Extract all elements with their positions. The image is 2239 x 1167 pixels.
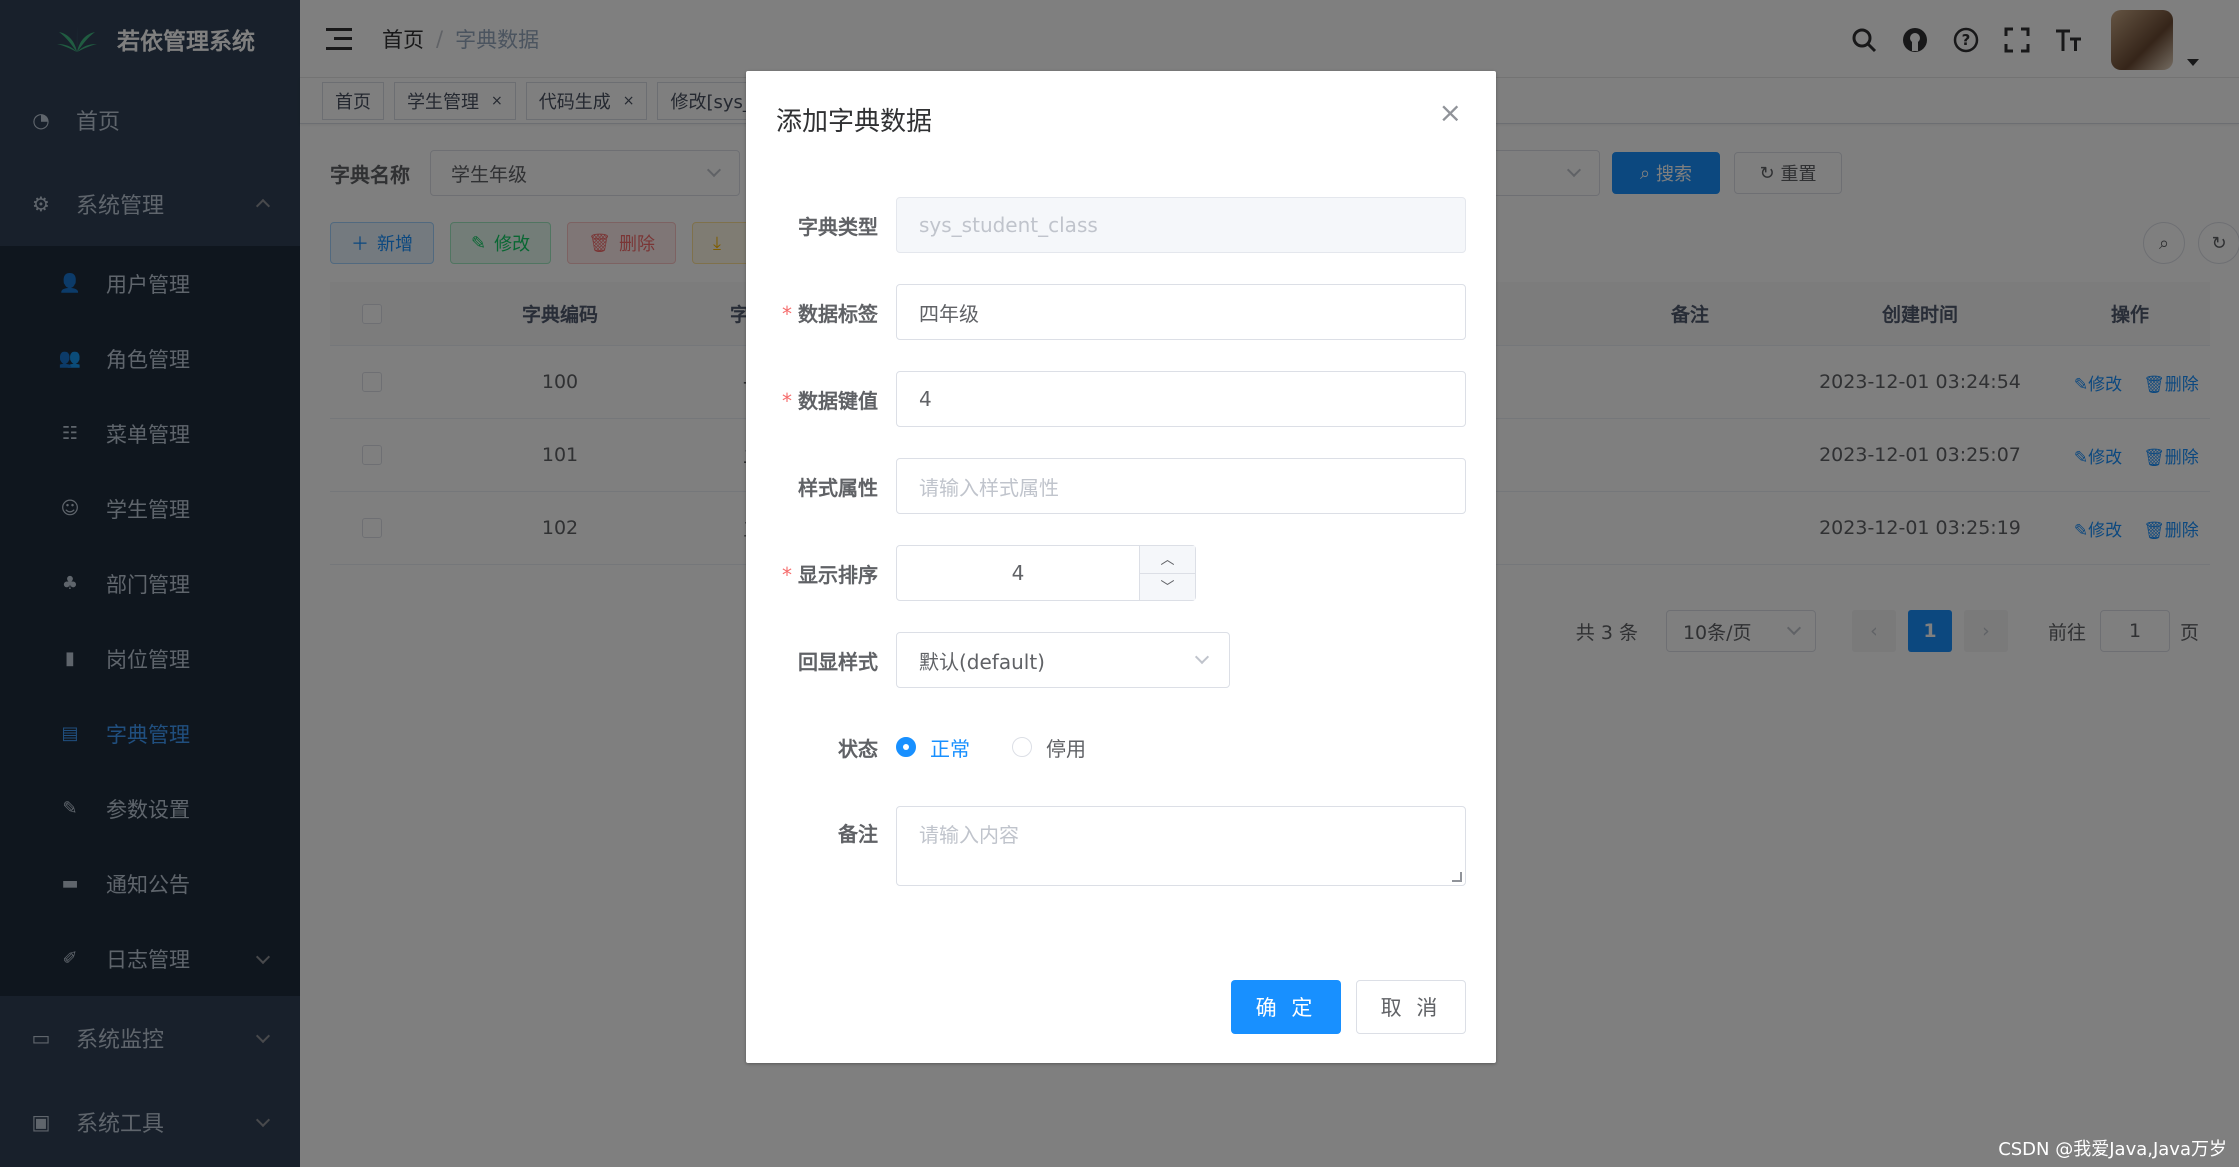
- status-disabled-label: 停用: [1046, 736, 1086, 761]
- cancel-button[interactable]: 取 消: [1356, 980, 1466, 1034]
- close-icon[interactable]: ×: [1439, 99, 1462, 127]
- status-label: 状态: [838, 736, 878, 761]
- watermark: CSDN @我爱Java,Java万岁: [1998, 1139, 2227, 1160]
- dict-type-input: sys_student_class: [896, 197, 1466, 253]
- status-normal-radio[interactable]: 正常: [896, 733, 970, 762]
- remark-placeholder: 请输入内容: [919, 823, 1019, 847]
- remark-textarea[interactable]: 请输入内容: [896, 806, 1466, 886]
- form-row-css-class: 样式属性 请输入样式属性: [746, 458, 1496, 514]
- radio-checked-icon: [896, 737, 916, 757]
- decrease-icon[interactable]: ﹀: [1140, 574, 1195, 601]
- css-class-input[interactable]: 请输入样式属性: [896, 458, 1466, 514]
- sort-label: * 显示排序: [782, 562, 878, 587]
- add-dict-data-dialog: 添加字典数据 × 字典类型 sys_student_class * 数据标签 四年…: [746, 71, 1496, 1063]
- resize-handle-icon[interactable]: [1452, 872, 1462, 882]
- form-row-remark: 备注 请输入内容: [746, 806, 1496, 888]
- chevron-down-icon: [1194, 649, 1210, 665]
- confirm-button[interactable]: 确 定: [1231, 980, 1341, 1034]
- list-class-label: 回显样式: [798, 649, 878, 674]
- form-row-dict-type: 字典类型 sys_student_class: [746, 197, 1496, 253]
- sort-stepper[interactable]: 4 ︿ ﹀: [896, 545, 1196, 601]
- css-class-label: 样式属性: [798, 475, 878, 500]
- radio-unchecked-icon: [1012, 737, 1032, 757]
- status-disabled-radio[interactable]: 停用: [1012, 733, 1086, 762]
- form-row-status: 状态 正常 停用: [746, 719, 1496, 775]
- list-class-value: 默认(default): [919, 649, 1045, 674]
- remark-label: 备注: [838, 822, 878, 846]
- increase-icon[interactable]: ︿: [1140, 546, 1195, 574]
- data-label-label: * 数据标签: [782, 301, 878, 326]
- form-row-sort: * 显示排序 4 ︿ ﹀: [746, 545, 1496, 601]
- form-row-data-label: * 数据标签 四年级: [746, 284, 1496, 340]
- css-class-placeholder: 请输入样式属性: [919, 475, 1059, 500]
- form-row-list-class: 回显样式 默认(default): [746, 632, 1496, 688]
- data-value-label: * 数据键值: [782, 388, 878, 413]
- sort-value[interactable]: 4: [897, 546, 1139, 600]
- dialog-title: 添加字典数据: [776, 107, 933, 137]
- status-normal-label: 正常: [930, 736, 970, 761]
- data-label-input[interactable]: 四年级: [896, 284, 1466, 340]
- list-class-select[interactable]: 默认(default): [896, 632, 1230, 688]
- form-row-data-value: * 数据键值 4: [746, 371, 1496, 427]
- dict-type-label: 字典类型: [798, 214, 878, 239]
- data-value-input[interactable]: 4: [896, 371, 1466, 427]
